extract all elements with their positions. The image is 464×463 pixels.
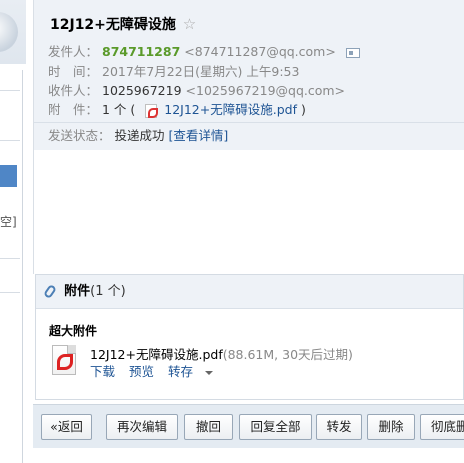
pdf-icon[interactable] bbox=[52, 345, 76, 375]
sidebar-partial-text[interactable]: 空] bbox=[0, 213, 17, 230]
sender-name[interactable]: 874711287 bbox=[102, 44, 180, 59]
sidebar-selected-item[interactable] bbox=[0, 165, 17, 187]
recipient-address: <1025967219@qq.com> bbox=[185, 83, 346, 98]
attachments-title: 附件 bbox=[64, 284, 91, 299]
subject-text: 12J12+无障碍设施 bbox=[50, 17, 176, 33]
email-header: 12J12+无障碍设施 ☆ 发件人： 874711287 <874711287@… bbox=[33, 0, 464, 150]
sidebar-border bbox=[22, 70, 23, 463]
to-row: 收件人： 1025967219 <1025967219@qq.com> bbox=[48, 80, 345, 99]
attachments-panel: 附件(1 个) 超大附件 12J12+无障碍设施.pdf(88.61M, 30天… bbox=[35, 274, 464, 400]
sender-address: <874711287@qq.com> bbox=[184, 44, 336, 59]
file-meta: (88.61M, 30天后过期) bbox=[222, 347, 353, 362]
file-actions: 下载 预览 转存 bbox=[90, 361, 233, 380]
recall-button[interactable]: 撤回 bbox=[184, 414, 233, 440]
bottom-toolbar: «返回 再次编辑 撤回 回复全部 转发 删除 彻底删除 bbox=[33, 404, 464, 448]
caret-down-icon bbox=[205, 370, 214, 375]
save-to-label: 转存 bbox=[168, 364, 194, 379]
time-value: 2017年7月22日(星期六) 上午9:53 bbox=[102, 64, 300, 79]
from-row: 发件人： 874711287 <874711287@qq.com> bbox=[48, 41, 360, 60]
time-row: 时 间： 2017年7月22日(星期六) 上午9:53 bbox=[48, 61, 299, 80]
time-label: 时 间： bbox=[48, 64, 99, 79]
email-body bbox=[33, 150, 464, 274]
download-link[interactable]: 下载 bbox=[90, 364, 115, 379]
star-icon[interactable]: ☆ bbox=[183, 15, 196, 33]
divider bbox=[0, 258, 20, 259]
attach-label: 附 件： bbox=[48, 102, 99, 117]
divider bbox=[0, 292, 20, 293]
large-attachment-label: 超大附件 bbox=[49, 324, 98, 338]
preview-link[interactable]: 预览 bbox=[129, 364, 154, 379]
attach-close: ) bbox=[300, 102, 306, 117]
save-to-link[interactable]: 转存 bbox=[168, 364, 223, 379]
paperclip-icon bbox=[42, 283, 58, 300]
divider bbox=[0, 90, 20, 91]
to-label: 收件人： bbox=[48, 83, 99, 98]
email-subject: 12J12+无障碍设施 ☆ bbox=[50, 14, 196, 34]
back-button[interactable]: «返回 bbox=[41, 414, 92, 440]
reedit-button[interactable]: 再次编辑 bbox=[106, 414, 178, 440]
sidebar-top bbox=[0, 0, 26, 64]
pdf-icon bbox=[145, 103, 159, 118]
status-value: 投递成功 bbox=[114, 128, 165, 143]
status-label: 发送状态： bbox=[48, 128, 111, 143]
delete-button[interactable]: 删除 bbox=[367, 414, 415, 440]
avatar[interactable] bbox=[0, 12, 18, 52]
contact-card-icon[interactable] bbox=[345, 47, 360, 58]
sidebar-strip: 空] bbox=[0, 0, 26, 463]
attachments-count: (1 个) bbox=[90, 284, 126, 299]
attach-count: 1 个 ( bbox=[102, 102, 136, 117]
file-name[interactable]: 12J12+无障碍设施.pdf bbox=[90, 347, 223, 362]
send-status-row: 发送状态： 投递成功 [查看详情] bbox=[34, 122, 464, 150]
attach-link[interactable]: 12J12+无障碍设施.pdf bbox=[164, 102, 297, 117]
recipient-name[interactable]: 1025967219 bbox=[102, 83, 182, 98]
from-label: 发件人： bbox=[48, 44, 99, 59]
delete-permanently-button[interactable]: 彻底删除 bbox=[420, 414, 464, 440]
forward-button[interactable]: 转发 bbox=[316, 414, 362, 440]
divider bbox=[0, 140, 20, 141]
reply-all-button[interactable]: 回复全部 bbox=[239, 414, 312, 440]
attachments-header: 附件(1 个) bbox=[36, 275, 463, 309]
status-details-link[interactable]: [查看详情] bbox=[169, 128, 229, 143]
attach-row: 附 件： 1 个 ( 12J12+无障碍设施.pdf ) bbox=[48, 99, 306, 118]
